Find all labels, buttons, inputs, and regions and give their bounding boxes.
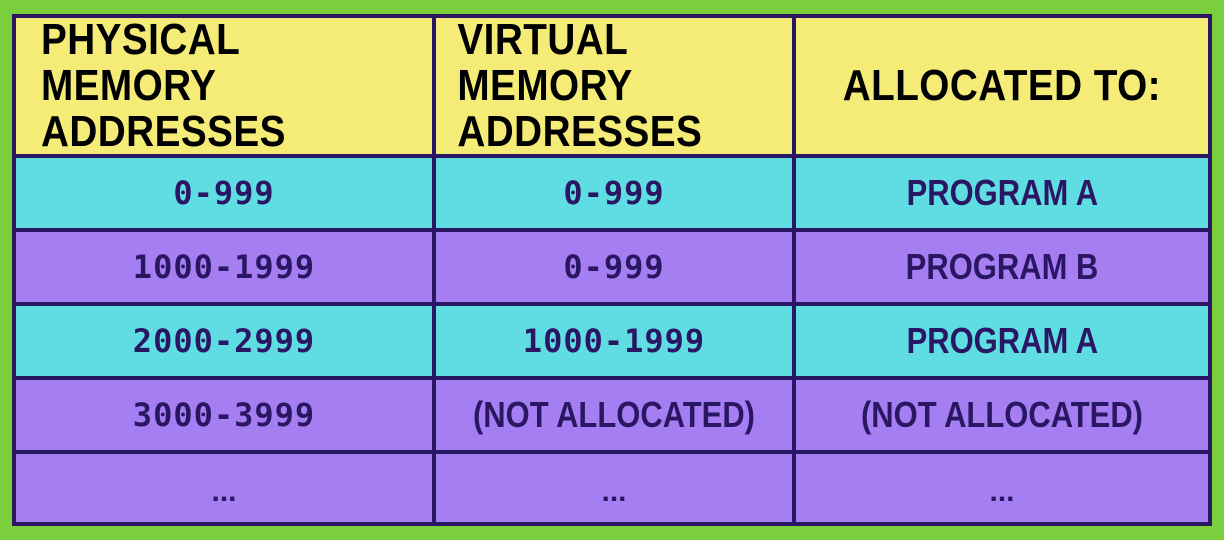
memory-mapping-table: PHYSICAL MEMORY ADDRESSES VIRTUAL MEMORY… xyxy=(12,14,1212,526)
table-cell-physical: 3000-3999 xyxy=(16,380,432,450)
table-cell-ellipsis: ... xyxy=(796,454,1208,522)
table-cell-allocated: PROGRAM A xyxy=(796,158,1208,228)
header-physical-memory: PHYSICAL MEMORY ADDRESSES xyxy=(16,18,432,154)
table-cell-ellipsis: ... xyxy=(436,454,792,522)
table-cell-physical: 2000-2999 xyxy=(16,306,432,376)
virtual-not-allocated-label: (NOT ALLOCATED) xyxy=(472,394,756,435)
header-virtual-line-1: VIRTUAL MEMORY xyxy=(457,18,633,110)
table-cell-allocated: (NOT ALLOCATED) xyxy=(796,380,1208,450)
table-cell-allocated: PROGRAM B xyxy=(796,232,1208,302)
header-allocated-to: ALLOCATED TO: xyxy=(796,18,1208,154)
table-cell-virtual: 0-999 xyxy=(436,232,792,302)
allocated-label: PROGRAM A xyxy=(906,172,1098,213)
header-virtual-line-2: ADDRESSES xyxy=(457,107,703,154)
allocated-label: PROGRAM A xyxy=(906,320,1098,361)
table-cell-virtual: (NOT ALLOCATED) xyxy=(436,380,792,450)
table-cell-virtual: 1000-1999 xyxy=(436,306,792,376)
table-cell-allocated: PROGRAM A xyxy=(796,306,1208,376)
table-cell-ellipsis: ... xyxy=(16,454,432,522)
allocated-label: PROGRAM B xyxy=(905,246,1099,287)
header-allocated-line-1: ALLOCATED TO: xyxy=(842,60,1162,110)
table-cell-physical: 0-999 xyxy=(16,158,432,228)
table-cell-physical: 1000-1999 xyxy=(16,232,432,302)
header-physical-line-2: ADDRESSES xyxy=(40,107,286,154)
header-virtual-memory: VIRTUAL MEMORY ADDRESSES xyxy=(436,18,792,154)
allocated-label: (NOT ALLOCATED) xyxy=(860,394,1144,435)
header-physical-line-1: PHYSICAL MEMORY xyxy=(40,18,240,110)
table-cell-virtual: 0-999 xyxy=(436,158,792,228)
